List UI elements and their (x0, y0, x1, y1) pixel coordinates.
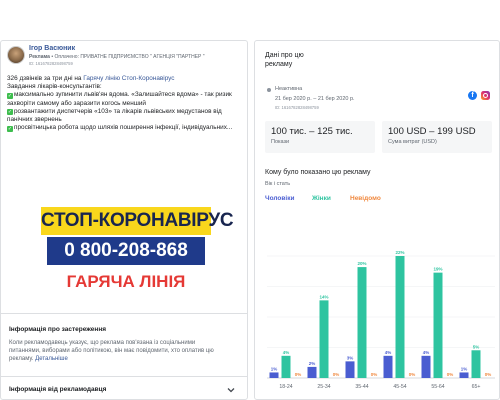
details-title: Дані про цю рекламу (265, 51, 304, 69)
data-label: 0% (409, 372, 416, 377)
data-label: 0% (447, 372, 454, 377)
status-text: Неактивна (275, 86, 303, 92)
ad-text-line: Завдання лікарів-консультантів: (7, 83, 102, 91)
spend-label: Сума витрат (USD) (388, 139, 437, 145)
disclaimer-line: Коли рекламодавець указує, що реклама по… (9, 340, 196, 346)
bar-35-44-0 (345, 361, 355, 378)
impressions-box: 100 тис. – 125 тис. Покази (265, 121, 375, 153)
x-tick-label: 65+ (472, 384, 481, 390)
ad-preview-card: Ігор Васюник Реклама • Оплачено: ПРИВАТН… (0, 40, 248, 400)
x-tick-label: 45-54 (393, 384, 406, 390)
paid-by-name: ПРИВАТНЕ ПІДПРИЄМСТВО " АГЕНЦІЯ "ПАРТНЕР… (80, 54, 205, 60)
data-label: 14% (319, 294, 328, 299)
ad-text-line: ✓ розвантажити диспетчерів «103» та лікар… (7, 108, 241, 116)
status-dot-icon (267, 88, 271, 92)
chevron-down-icon[interactable] (227, 386, 235, 394)
banner-hotline: ГАРЯЧА ЛІНІЯ (66, 272, 186, 291)
disclaimer-line: рекламу. Детальніше (9, 355, 243, 363)
bar-45-54-0 (383, 355, 393, 378)
ad-text-line: захворіти самому або заразити когось мен… (7, 99, 146, 107)
bar-55-64-0 (421, 355, 431, 378)
bar-35-44-1 (357, 267, 367, 378)
spend-value: 100 USD – 199 USD (388, 126, 476, 137)
banner-phone: 0 800-208-868 (47, 237, 205, 265)
hotline-link[interactable]: Гарячу лінію Стоп-Коронавірус (83, 75, 174, 82)
ad-text-line3: максимально зупинити львів'ян вдома. «За… (14, 91, 232, 99)
ad-details-card: Дані про цю рекламу Неактивна 21 бер 202… (254, 40, 500, 400)
bar-45-54-1 (395, 256, 405, 378)
data-label: 0% (485, 372, 492, 377)
details-title-line2: рекламу (265, 61, 293, 68)
x-tick-label: 55-64 (431, 384, 444, 390)
bar-18-24-0 (269, 372, 279, 378)
bar-65+-1 (471, 350, 481, 378)
bar-25-34-1 (319, 300, 329, 378)
check-icon: ✓ (7, 109, 13, 116)
ad-body-text: 326 дзвінків за три дні на Гарячу лінію … (7, 75, 241, 132)
advertiser-info-title[interactable]: Інформація від рекламодавця (9, 386, 106, 393)
data-label: 20% (357, 261, 366, 266)
disclaimer-line3: рекламу. (9, 356, 36, 362)
audience-subtitle: Вік і стать (265, 181, 291, 187)
data-label: 2% (309, 361, 316, 366)
ad-text-line7: просвітницька робота щодо шляхів поширен… (14, 124, 233, 132)
divider (1, 376, 247, 377)
advertiser-avatar[interactable] (7, 46, 25, 64)
check-icon: ✓ (7, 92, 13, 99)
details-title-line1: Дані про цю (265, 52, 304, 59)
sponsored-line: Реклама • Оплачено: ПРИВАТНЕ ПІДПРИЄМСТВ… (29, 54, 205, 60)
check-icon: ✓ (7, 125, 13, 132)
run-dates: 21 бер 2020 р. – 21 бер 2020 р. (275, 96, 355, 102)
sponsored-label: Реклама (29, 54, 50, 60)
bar-55-64-1 (433, 272, 443, 378)
banner-title: СТОП-КОРОНАВІРУС (41, 207, 234, 235)
data-label: 0% (371, 372, 378, 377)
x-tick-label: 35-44 (355, 384, 368, 390)
bar-65+-0 (459, 372, 469, 378)
disclaimer-line: питаннями, виборами або політикою, він м… (9, 348, 214, 354)
ad-text-line: ✓ просвітницька робота щодо шляхів пошире… (7, 124, 241, 132)
impressions-label: Покази (271, 139, 290, 145)
disclaimer-text: Коли рекламодавець указує, що реклама по… (9, 339, 243, 363)
divider (1, 313, 247, 314)
ad-text-line: панічних звернень (7, 116, 62, 124)
facebook-icon: f (468, 91, 477, 100)
data-label: 3% (347, 355, 354, 360)
ad-creative-banner[interactable]: СТОП-КОРОНАВІРУС 0 800-208-868 ГАРЯЧА ЛІ… (41, 207, 234, 299)
bar-18-24-1 (281, 355, 291, 378)
advertiser-name[interactable]: Ігор Васюник (29, 45, 75, 52)
ad-text-line5: розвантажити диспетчерів «103» та лікарі… (14, 107, 222, 115)
impressions-value: 100 тис. – 125 тис. (271, 126, 353, 137)
spend-box: 100 USD – 199 USD Сума витрат (USD) (382, 121, 492, 153)
learn-more-link[interactable]: Детальніше (35, 356, 68, 362)
data-label: 1% (461, 366, 468, 371)
paid-by-prefix: • Оплачено: (51, 54, 79, 60)
audience-title: Кому було показано цю рекламу (265, 169, 371, 176)
age-gender-chart: 1% 4% 0% 18-24 2% 14% 0% 25-34 3% 20% 0% 35-44 4% 22%… (267, 250, 495, 390)
data-label: 4% (423, 350, 430, 355)
instagram-icon (481, 91, 490, 100)
ad-header: Ігор Васюник Реклама • Оплачено: ПРИВАТН… (7, 45, 245, 71)
data-label: 22% (395, 250, 404, 255)
ad-text-line1: 326 дзвінків за три дні на (7, 75, 84, 82)
bar-25-34-0 (307, 366, 317, 378)
x-tick-label: 25-34 (317, 384, 330, 390)
ad-id: ID: 1616782828498759 (275, 105, 319, 110)
data-label: 0% (295, 372, 302, 377)
ad-id: ID: 1616782828498759 (29, 61, 73, 66)
data-label: 0% (333, 372, 340, 377)
ad-text-line: ✓ максимально зупинити львів'ян вдома. «З… (7, 91, 241, 99)
data-label: 1% (271, 366, 278, 371)
data-label: 4% (385, 350, 392, 355)
data-label: 5% (473, 344, 480, 349)
x-tick-label: 18-24 (279, 384, 292, 390)
disclaimer-title: Інформація про застереження (9, 326, 107, 333)
data-label: 19% (433, 267, 442, 272)
ad-text-line: 326 дзвінків за три дні на Гарячу лінію … (7, 75, 241, 83)
data-label: 4% (283, 350, 290, 355)
